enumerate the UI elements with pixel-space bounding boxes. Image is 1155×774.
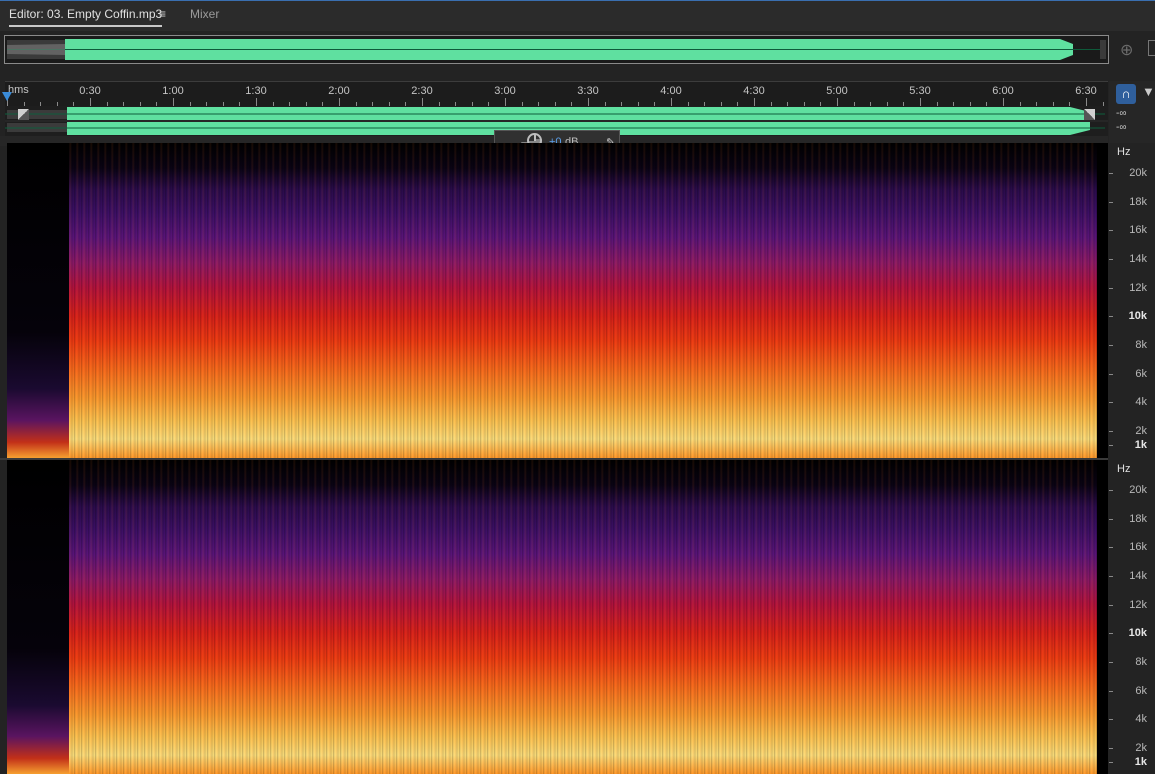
ruler-tick — [754, 98, 755, 106]
ruler-label: 6:30 — [1075, 85, 1097, 97]
ruler-tick — [671, 98, 672, 106]
hz-tick — [1109, 402, 1113, 403]
hz-label: 8k — [1135, 656, 1147, 668]
hz-tick — [1109, 633, 1113, 634]
fade-in-handle[interactable] — [18, 109, 29, 120]
marker-icon[interactable]: ▼ — [1142, 84, 1155, 99]
hz-tick — [1109, 431, 1113, 432]
hz-label: 6k — [1135, 685, 1147, 697]
ruler-tick — [588, 98, 589, 106]
ruler-tick — [256, 98, 257, 106]
ruler-tick — [90, 98, 91, 106]
ruler-label: 2:30 — [411, 85, 433, 97]
hz-label: 10k — [1128, 627, 1147, 639]
hz-tick — [1109, 576, 1113, 577]
tab-editor[interactable]: Editor: 03. Empty Coffin.mp3 — [9, 7, 163, 27]
editor-tab-bar — [0, 0, 1155, 31]
hz-label: 1k — [1134, 439, 1147, 451]
hz-tick — [1109, 345, 1113, 346]
ruler-tick — [422, 98, 423, 106]
playhead-marker[interactable] — [2, 92, 12, 101]
hz-label: 16k — [1129, 224, 1147, 236]
hz-label: 4k — [1135, 713, 1147, 725]
hz-label: 4k — [1135, 396, 1147, 408]
hz-label: 20k — [1129, 484, 1147, 496]
ruler-label: 5:00 — [826, 85, 848, 97]
hz-tick — [1109, 230, 1113, 231]
hz-tick — [1109, 748, 1113, 749]
ruler-label: 3:00 — [494, 85, 516, 97]
hz-label: 14k — [1129, 570, 1147, 582]
ruler-tick — [173, 98, 174, 106]
ruler-tick — [1003, 98, 1004, 106]
hz-label: 18k — [1129, 196, 1147, 208]
ruler-label: 2:00 — [328, 85, 350, 97]
level-left-readout: -∞ — [1116, 108, 1127, 119]
hz-tick — [1109, 519, 1113, 520]
hz-tick — [1109, 719, 1113, 720]
ruler-tick — [505, 98, 506, 106]
hz-label: 1k — [1134, 756, 1147, 768]
hz-label: 2k — [1135, 425, 1147, 437]
spectrogram-left-channel[interactable] — [7, 143, 1108, 458]
hz-label: 8k — [1135, 339, 1147, 351]
ruler-tick — [920, 98, 921, 106]
hz-axis-title: Hz — [1117, 463, 1131, 475]
level-right-readout: -∞ — [1116, 122, 1127, 133]
hz-tick — [1109, 445, 1113, 446]
ruler-label: 4:00 — [660, 85, 682, 97]
spectrogram-intro-layer — [7, 460, 69, 774]
fade-out-handle[interactable] — [1084, 109, 1095, 120]
hz-tick — [1109, 662, 1113, 663]
hz-label: 10k — [1128, 310, 1147, 322]
hz-tick — [1109, 547, 1113, 548]
hz-label: 16k — [1129, 541, 1147, 553]
tab-mixer[interactable]: Mixer — [190, 7, 219, 21]
ruler-label: 1:30 — [245, 85, 267, 97]
panel-menu-icon[interactable]: ≡ — [159, 7, 166, 21]
frequency-axis-right[interactable]: Hz 20k 18k 16k 14k 12k 10k 8k 6k 4k 2k 1k — [1109, 460, 1155, 774]
hz-label: 18k — [1129, 513, 1147, 525]
hz-tick — [1109, 691, 1113, 692]
hz-label: 2k — [1135, 742, 1147, 754]
spectrogram-texture — [67, 460, 1097, 774]
ruler-label: 6:00 — [992, 85, 1014, 97]
hz-tick — [1109, 762, 1113, 763]
ruler-label: 0:30 — [79, 85, 101, 97]
hz-tick — [1109, 374, 1113, 375]
hz-tick — [1109, 288, 1113, 289]
hz-tick — [1109, 605, 1113, 606]
hz-label: 14k — [1129, 253, 1147, 265]
ruler-label: 3:30 — [577, 85, 599, 97]
ruler-label: 4:30 — [743, 85, 765, 97]
hz-tick — [1109, 259, 1113, 260]
spectrogram-right-channel[interactable] — [7, 460, 1108, 774]
hz-label: 12k — [1129, 599, 1147, 611]
ruler-label: 1:00 — [162, 85, 184, 97]
hz-tick — [1109, 202, 1113, 203]
zoom-navigator-icon[interactable]: ⊕ — [1120, 40, 1133, 60]
hz-label: 12k — [1129, 282, 1147, 294]
ruler-label: 5:30 — [909, 85, 931, 97]
hz-tick — [1109, 316, 1113, 317]
spectrogram-texture — [67, 143, 1097, 458]
ruler-tick — [837, 98, 838, 106]
hz-axis-title: Hz — [1117, 146, 1131, 158]
spectrogram-intro-layer — [7, 143, 69, 458]
ruler-tick — [339, 98, 340, 106]
frequency-axis-left[interactable]: Hz 20k 18k 16k 14k 12k 10k 8k 6k 4k 2k 1k — [1109, 143, 1155, 458]
overview-navigator[interactable] — [4, 35, 1109, 64]
magnet-icon[interactable]: ∩ — [1116, 84, 1136, 104]
hz-label: 20k — [1129, 167, 1147, 179]
hz-label: 6k — [1135, 368, 1147, 380]
ruler-tick — [1086, 98, 1087, 106]
panel-edge-icon — [1148, 40, 1155, 56]
hz-tick — [1109, 173, 1113, 174]
hz-tick — [1109, 490, 1113, 491]
time-ruler[interactable]: 0:30 1:00 1:30 2:00 2:30 3:00 3:30 4:00 4:30 5:00… — [5, 81, 1108, 106]
